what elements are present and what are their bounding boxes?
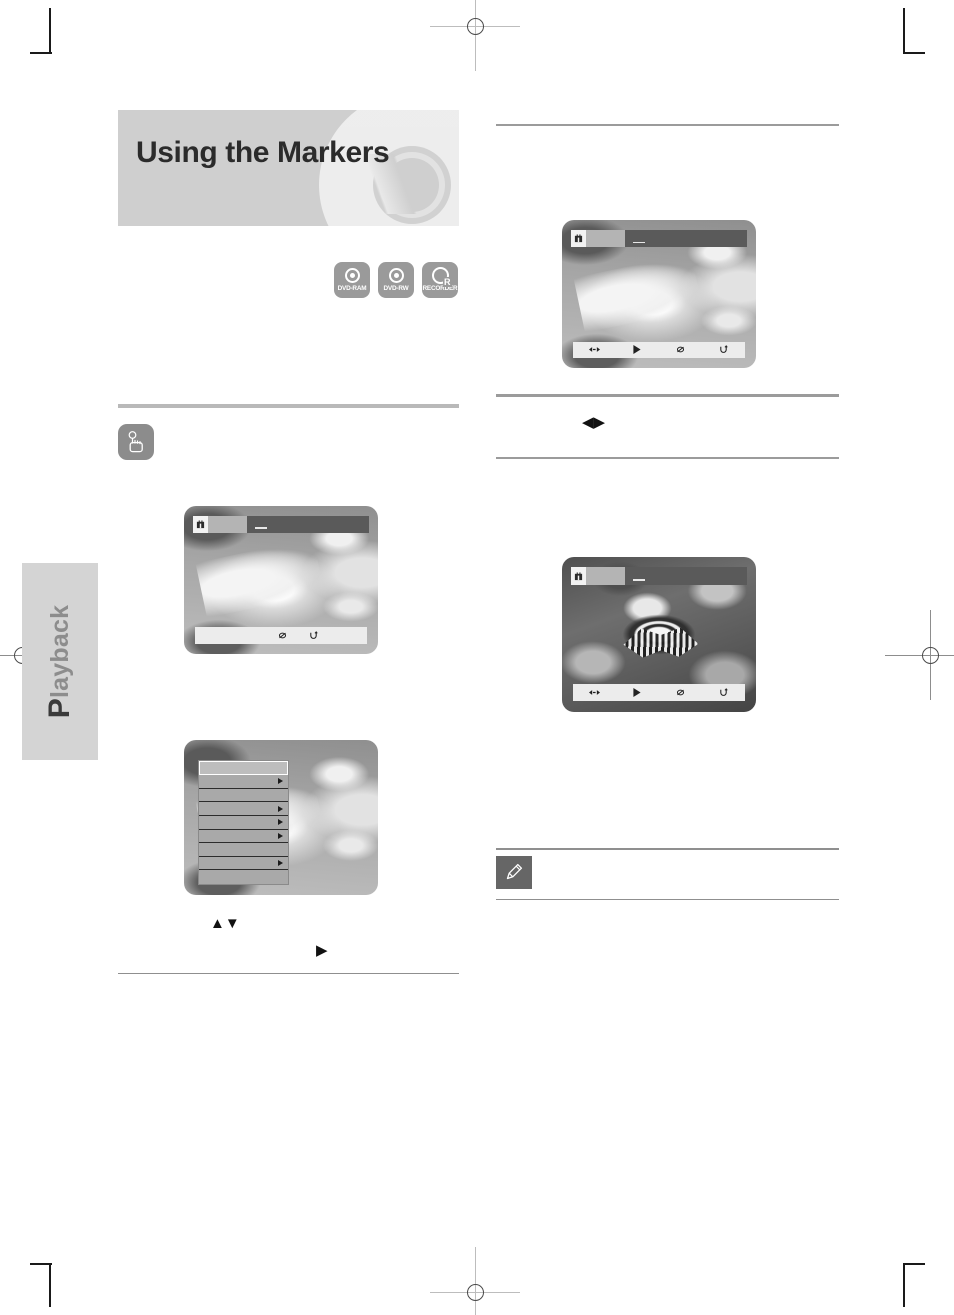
crop-mark-top-right-v [903, 8, 905, 52]
recorder-icon [430, 267, 452, 287]
marker-glyph [574, 234, 582, 243]
title-banner: Using the Markers [118, 110, 459, 226]
osd-marker-bar [192, 515, 370, 533]
menu-row[interactable] [198, 816, 288, 830]
menu-row[interactable] [199, 870, 288, 884]
press-button-glyph [128, 431, 143, 453]
crop-mark-bottom-right-h [903, 1263, 925, 1265]
note-text [532, 856, 839, 859]
crop-mark-top-left-v [49, 8, 51, 52]
chapter-side-tab: Playback [22, 563, 98, 760]
tv-screenshot-marker-menu [184, 740, 378, 895]
crop-mark-bottom-right-v [903, 1263, 905, 1307]
left-section-rule [118, 404, 459, 408]
marker-set-icon[interactable] [278, 631, 287, 640]
registration-mark-bottom [430, 1247, 520, 1315]
crop-mark-bottom-left-v [49, 1263, 51, 1307]
left-right-buttons-line: ◀▶ [582, 413, 839, 431]
note-bottom-rule [496, 898, 839, 900]
return-icon[interactable] [702, 345, 745, 354]
badge-recorder-label: RECORDER [422, 284, 458, 292]
right-button-line: ▶ [316, 941, 459, 959]
badge-dvd-ram-label: DVD-RAM [337, 284, 367, 292]
menu-row[interactable] [198, 857, 288, 871]
press-button-icon [118, 424, 154, 460]
left-column: Using the Markers DVD-RAM DVD-RW RECORDE… [118, 110, 459, 975]
note-box [496, 855, 839, 889]
marker-menu [197, 760, 289, 885]
marker-glyph [574, 572, 582, 580]
osd-toolbar [194, 627, 368, 644]
osd-marker-bar [570, 567, 748, 586]
right-top-rule [496, 124, 839, 127]
chapter-side-tab-label: Playback [22, 563, 98, 760]
chevron-right-icon [277, 860, 283, 866]
left-bottom-rule [118, 973, 459, 975]
osd-marker-list [246, 515, 370, 533]
page-title: Using the Markers [136, 136, 390, 169]
osd-marker-field [207, 515, 247, 533]
badge-dvd-rw-label: DVD-RW [383, 284, 409, 292]
tv-screenshot-marker-jump [562, 557, 756, 713]
tv-screenshot-marker-osd [184, 506, 378, 654]
marker-icon [192, 515, 208, 533]
menu-row[interactable] [198, 843, 288, 857]
osd-marker-field [585, 567, 625, 586]
left-right-arrows-icon: ◀▶ [582, 413, 606, 431]
chevron-right-icon [277, 819, 283, 826]
chapter-side-tab-rest: layback [45, 604, 74, 698]
left-right-arrows-icon[interactable] [573, 346, 616, 353]
tv-screenshot-marker-playback [562, 220, 756, 369]
left-right-arrows-icon[interactable] [573, 689, 616, 696]
chapter-side-tab-initial: P [43, 697, 76, 719]
crop-mark-top-right-h [903, 52, 925, 54]
return-icon[interactable] [702, 688, 745, 697]
registration-mark-top [430, 0, 520, 71]
osd-marker-list [624, 230, 748, 248]
menu-row[interactable] [198, 802, 288, 816]
disc-type-badges: DVD-RAM DVD-RW RECORDER [334, 262, 458, 298]
osd-toolbar [572, 341, 746, 359]
right-rule-2 [496, 394, 839, 397]
registration-mark-right [885, 610, 954, 700]
marker-glyph [196, 520, 204, 528]
manual-page: Playback Using the Markers DVD-RAM DVD-R… [0, 0, 954, 1315]
up-down-buttons-line: ▲▼ [210, 915, 459, 932]
osd-marker-field [585, 230, 625, 248]
badge-dvd-rw: DVD-RW [378, 262, 414, 298]
dvd-rw-icon [386, 268, 406, 283]
osd-marker-bar [570, 230, 748, 248]
return-icon[interactable] [309, 631, 318, 640]
menu-row[interactable] [198, 775, 288, 789]
marker-icon [570, 567, 586, 586]
chevron-right-icon [277, 778, 283, 785]
marker-set-icon[interactable] [659, 688, 702, 697]
play-icon[interactable] [616, 345, 659, 355]
chevron-right-icon [277, 832, 283, 839]
badge-recorder: RECORDER [422, 262, 458, 298]
pencil-glyph [506, 864, 523, 880]
dvd-ram-icon [342, 268, 362, 283]
marker-set-icon[interactable] [659, 345, 702, 354]
menu-row[interactable] [198, 761, 288, 776]
play-icon[interactable] [616, 688, 659, 698]
up-down-arrows-icon: ▲▼ [210, 915, 240, 932]
crop-mark-top-left-h [30, 52, 52, 54]
right-column: ◀▶ [496, 110, 839, 900]
menu-row[interactable] [198, 830, 288, 844]
pencil-note-icon [496, 855, 532, 889]
osd-toolbar [572, 684, 746, 702]
osd-marker-list [624, 567, 748, 586]
badge-dvd-ram: DVD-RAM [334, 262, 370, 298]
note-top-rule [496, 848, 839, 850]
right-rule-3 [496, 456, 839, 460]
right-arrow-icon: ▶ [316, 942, 328, 959]
crop-mark-bottom-left-h [30, 1263, 52, 1265]
menu-row[interactable] [198, 789, 288, 803]
marker-icon [570, 230, 586, 248]
chevron-right-icon [277, 805, 283, 812]
